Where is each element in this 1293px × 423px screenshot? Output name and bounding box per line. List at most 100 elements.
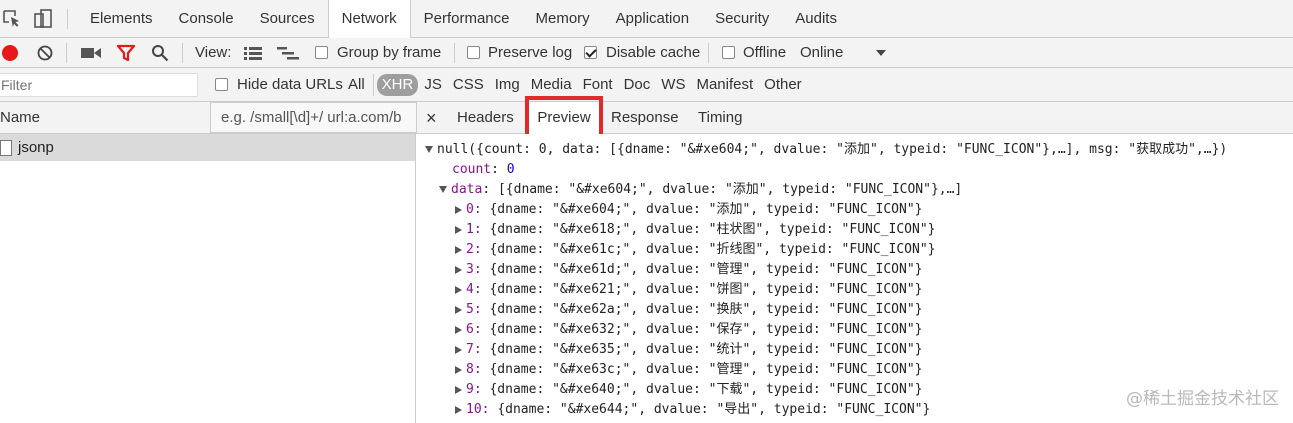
type-filter-css[interactable]: CSS [448,74,489,96]
expand-arrow-icon[interactable] [439,186,447,193]
collapsed-arrow-icon[interactable] [455,225,462,234]
device-toolbar-icon[interactable] [32,8,54,30]
network-toolbar: View: Group by frame Preserve log Disabl… [0,38,1293,68]
chevron-down-icon[interactable] [875,49,887,57]
collapsed-arrow-icon[interactable] [455,265,462,274]
tree-item[interactable]: 9: {dname: "&#xe640;", dvalue: "下载", typ… [455,380,922,400]
type-filter-img[interactable]: Img [490,74,525,96]
hide-data-urls-checkbox[interactable] [215,78,228,91]
list-item[interactable]: jsonp [0,134,415,161]
data-key: data [451,182,483,197]
tree-item[interactable]: 3: {dname: "&#xe61d;", dvalue: "管理", typ… [455,260,922,280]
item-index: 1 [466,222,474,237]
type-filter-xhr[interactable]: XHR [376,74,419,96]
record-icon[interactable] [1,44,19,62]
tab-security[interactable]: Security [702,0,782,38]
request-list: jsonp [0,134,416,423]
tab-memory[interactable]: Memory [523,0,603,38]
type-filter-js[interactable]: JS [419,74,447,96]
group-by-frame-checkbox[interactable] [315,46,328,59]
item-index: 4 [466,282,474,297]
type-filter-media[interactable]: Media [526,74,577,96]
waterfall-overview-icon[interactable] [277,46,299,60]
item-index: 2 [466,242,474,257]
item-index: 3 [466,262,474,277]
item-value: {dname: "&#xe62a;", dvalue: "换肤", typeid… [489,302,923,317]
inspect-element-icon[interactable] [2,9,22,29]
clear-icon[interactable] [36,44,54,62]
hide-data-urls-label: Hide data URLs [237,76,343,93]
type-filter-font[interactable]: Font [578,74,618,96]
tree-item[interactable]: 1: {dname: "&#xe618;", dvalue: "柱状图", ty… [455,220,935,240]
data-summary: [{dname: "&#xe604;", dvalue: "添加", typei… [497,182,963,197]
collapsed-arrow-icon[interactable] [455,365,462,374]
tree-item[interactable]: 0: {dname: "&#xe604;", dvalue: "添加", typ… [455,200,922,220]
item-value: {dname: "&#xe61c;", dvalue: "折线图", typei… [489,242,936,257]
filter-bar: Hide data URLs All XHR JS CSS Img Media … [0,68,1293,102]
collapsed-arrow-icon[interactable] [455,405,462,414]
name-header-label: Name [0,109,41,126]
collapsed-arrow-icon[interactable] [455,305,462,314]
item-index: 10 [466,402,482,417]
expand-arrow-icon[interactable] [425,146,433,153]
tab-headers[interactable]: Headers [457,102,514,134]
tree-item[interactable]: 4: {dname: "&#xe621;", dvalue: "饼图", typ… [455,280,922,300]
close-icon[interactable]: × [426,102,437,134]
disable-cache-label: Disable cache [606,44,701,61]
item-value: {dname: "&#xe632;", dvalue: "保存", typeid… [489,322,923,337]
search-icon[interactable] [151,44,169,62]
type-filter-manifest[interactable]: Manifest [691,74,758,96]
tab-response[interactable]: Response [611,102,679,134]
type-filter-other[interactable]: Other [759,74,807,96]
item-value: {dname: "&#xe63c;", dvalue: "管理", typeid… [489,362,923,377]
root-summary: null({count: 0, data: [{dname: "&#xe604;… [437,142,1228,157]
tab-audits[interactable]: Audits [782,0,850,38]
offline-label: Offline [743,44,787,61]
main-tab-list: Elements Console Sources Network Perform… [77,0,850,39]
type-filter-ws[interactable]: WS [656,74,690,96]
tree-item[interactable]: 8: {dname: "&#xe63c;", dvalue: "管理", typ… [455,360,922,380]
collapsed-arrow-icon[interactable] [455,205,462,214]
tab-elements[interactable]: Elements [77,0,166,38]
item-index: 5 [466,302,474,317]
item-index: 9 [466,382,474,397]
detail-header: Name e.g. /small[\d]+/ url:a.com/b × Hea… [0,102,1293,134]
collapsed-arrow-icon[interactable] [455,245,462,254]
collapsed-arrow-icon[interactable] [455,285,462,294]
type-filter-doc[interactable]: Doc [619,74,656,96]
tree-item[interactable]: 5: {dname: "&#xe62a;", dvalue: "换肤", typ… [455,300,922,320]
filter-input[interactable] [0,73,198,97]
tree-item[interactable]: 2: {dname: "&#xe61c;", dvalue: "折线图", ty… [455,240,935,260]
tab-timing[interactable]: Timing [698,102,742,134]
offline-checkbox[interactable] [722,46,735,59]
preview-panel: null({count: 0, data: [{dname: "&#xe604;… [417,134,1293,423]
tree-root[interactable]: null({count: 0, data: [{dname: "&#xe604;… [425,140,1227,160]
tab-console[interactable]: Console [166,0,247,38]
large-rows-icon[interactable] [244,46,262,60]
collapsed-arrow-icon[interactable] [455,325,462,334]
tab-application[interactable]: Application [603,0,702,38]
tree-node-data[interactable]: data: [{dname: "&#xe604;", dvalue: "添加",… [439,180,962,200]
preview-tab-highlight [525,96,603,138]
tab-performance[interactable]: Performance [411,0,523,38]
collapsed-arrow-icon[interactable] [455,385,462,394]
item-index: 6 [466,322,474,337]
preserve-log-checkbox[interactable] [467,46,480,59]
item-value: {dname: "&#xe621;", dvalue: "饼图", typeid… [489,282,923,297]
tree-item[interactable]: 10: {dname: "&#xe644;", dvalue: "导出", ty… [455,400,930,420]
filter-icon[interactable] [116,44,136,62]
capture-screenshots-icon[interactable] [80,45,102,61]
devtools-main-tabbar: Elements Console Sources Network Perform… [0,0,1293,39]
tree-item[interactable]: 6: {dname: "&#xe632;", dvalue: "保存", typ… [455,320,922,340]
disable-cache-checkbox[interactable] [584,46,597,59]
watermark: @稀土掘金技术社区 [1126,389,1279,409]
tab-sources[interactable]: Sources [247,0,328,38]
throttling-select[interactable]: Online [800,44,843,61]
item-value: {dname: "&#xe644;", dvalue: "导出", typeid… [497,402,931,417]
tree-item[interactable]: 7: {dname: "&#xe635;", dvalue: "统计", typ… [455,340,922,360]
collapsed-arrow-icon[interactable] [455,345,462,354]
tab-network[interactable]: Network [327,0,411,39]
item-index: 7 [466,342,474,357]
type-filter-all[interactable]: All [343,74,370,96]
count-key: count [452,162,492,177]
